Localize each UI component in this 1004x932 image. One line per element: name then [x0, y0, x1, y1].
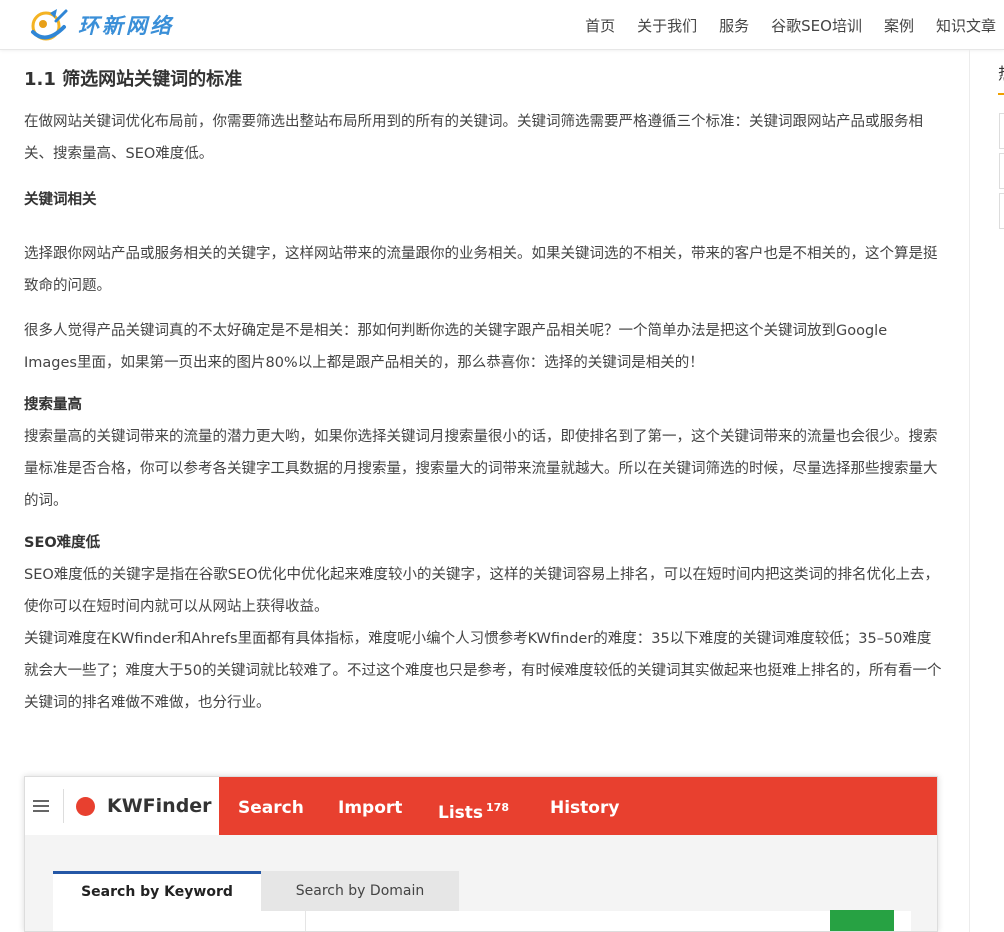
nav-item-cases[interactable]: 案例	[884, 15, 914, 36]
kwfinder-find-button	[830, 910, 894, 931]
subheading-difficulty: SEO难度低	[24, 535, 101, 551]
sidebar-tab-underline	[998, 93, 1004, 95]
nav-item-about[interactable]: 关于我们	[637, 15, 697, 36]
nav-item-articles[interactable]: 知识文章	[936, 15, 996, 36]
kwfinder-lists-count: 178	[486, 801, 509, 814]
subheading-relevance: 关键词相关	[24, 192, 97, 208]
kwfinder-tab-search: Search	[238, 798, 304, 818]
paragraph-relevance-2: 很多人觉得产品关键词真的不太好确定是不是相关：那如何判断你选的关键字跟产品相关呢…	[24, 323, 888, 371]
sidebar-tab-partial[interactable]: 热	[998, 60, 1004, 84]
nav-item-seo-training[interactable]: 谷歌SEO培训	[771, 15, 862, 36]
main-nav: 首页 关于我们 服务 谷歌SEO培训 案例 知识文章	[563, 0, 996, 50]
kwfinder-panel-tab-domain: Search by Domain	[261, 871, 459, 911]
hamburger-menu-icon	[33, 797, 49, 815]
kwfinder-tab-history: History	[550, 798, 620, 818]
logo-mark-icon	[26, 5, 74, 45]
kwfinder-brand-name: KWFinder	[107, 795, 212, 817]
article-content: 1.1 筛选网站关键词的标准 在做网站关键词优化布局前，你需要筛选出整站布局所用…	[24, 66, 944, 719]
paragraph-volume: 搜索量高的关键词带来的流量的潜力更大哟，如果你选择关键词月搜索量很小的话，即使排…	[24, 429, 938, 509]
kwfinder-logo-icon	[76, 796, 95, 816]
logo-text: 环新网络	[78, 13, 174, 38]
sidebar-divider	[969, 50, 970, 932]
paragraph-difficulty-1: SEO难度低的关键字是指在谷歌SEO优化中优化起来难度较小的关键字，这样的关键词…	[24, 567, 940, 615]
nav-item-home[interactable]: 首页	[585, 15, 615, 36]
paragraph-difficulty-2: 关键词难度在KWfinder和Ahrefs里面都有具体指标，难度呢小编个人习惯参…	[24, 631, 942, 711]
kwfinder-screenshot: KWFinder Search Import Lists 178 History …	[24, 776, 938, 932]
kwfinder-tab-lists-label: Lists	[438, 803, 484, 823]
kwfinder-tab-import: Import	[338, 798, 403, 818]
subheading-volume: 搜索量高	[24, 397, 82, 413]
nav-item-services[interactable]: 服务	[719, 15, 749, 36]
kwfinder-brand: KWFinder	[25, 777, 219, 835]
kwfinder-body: Search by Keyword Search by Domain	[25, 835, 937, 931]
kwfinder-brand-divider	[63, 789, 64, 823]
kwfinder-search-field	[305, 911, 567, 931]
kwfinder-panel-tab-keyword: Search by Keyword	[53, 871, 261, 911]
intro-paragraph: 在做网站关键词优化布局前，你需要筛选出整站布局所用到的所有的关键词。关键词筛选需…	[24, 114, 923, 162]
kwfinder-tab-lists: Lists 178	[438, 777, 509, 835]
sidebar-list-item[interactable]	[999, 113, 1004, 149]
sidebar-list-item[interactable]	[999, 193, 1004, 229]
site-logo[interactable]: 环新网络	[26, 5, 174, 45]
site-header: 环新网络 首页 关于我们 服务 谷歌SEO培训 案例 知识文章	[0, 0, 1004, 50]
sidebar-list-item[interactable]	[999, 153, 1004, 189]
paragraph-relevance-1: 选择跟你网站产品或服务相关的关键字，这样网站带来的流量跟你的业务相关。如果关键词…	[24, 246, 938, 294]
section-title: 1.1 筛选网站关键词的标准	[24, 69, 243, 90]
